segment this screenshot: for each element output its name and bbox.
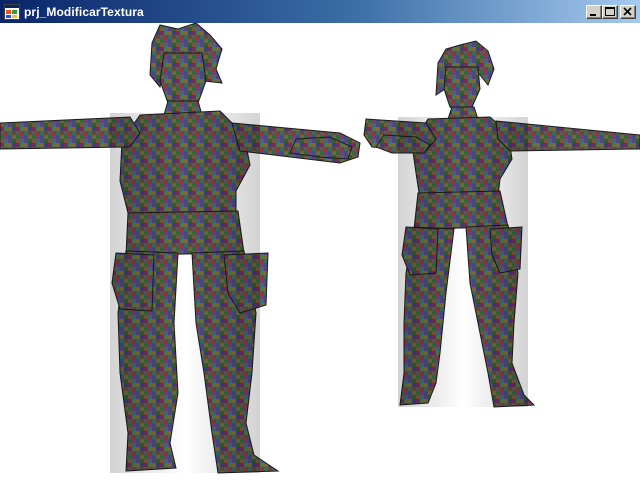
- shading-overlay-large: [110, 113, 260, 473]
- shading-overlay-small: [398, 117, 528, 407]
- caption-buttons: [586, 5, 636, 19]
- maximize-button[interactable]: [602, 5, 618, 19]
- minimize-icon: [590, 14, 596, 16]
- maximize-icon: [605, 7, 615, 16]
- window-title: prj_ModificarTextura: [24, 4, 144, 19]
- scene: [0, 23, 640, 474]
- minimize-button[interactable]: [586, 5, 602, 19]
- close-icon: [623, 7, 632, 16]
- render-viewport[interactable]: [0, 23, 640, 480]
- title-bar[interactable]: prj_ModificarTextura: [0, 0, 640, 23]
- windows-app-icon[interactable]: [4, 3, 20, 20]
- close-button[interactable]: [620, 5, 636, 19]
- app-window: prj_ModificarTextura: [0, 0, 640, 480]
